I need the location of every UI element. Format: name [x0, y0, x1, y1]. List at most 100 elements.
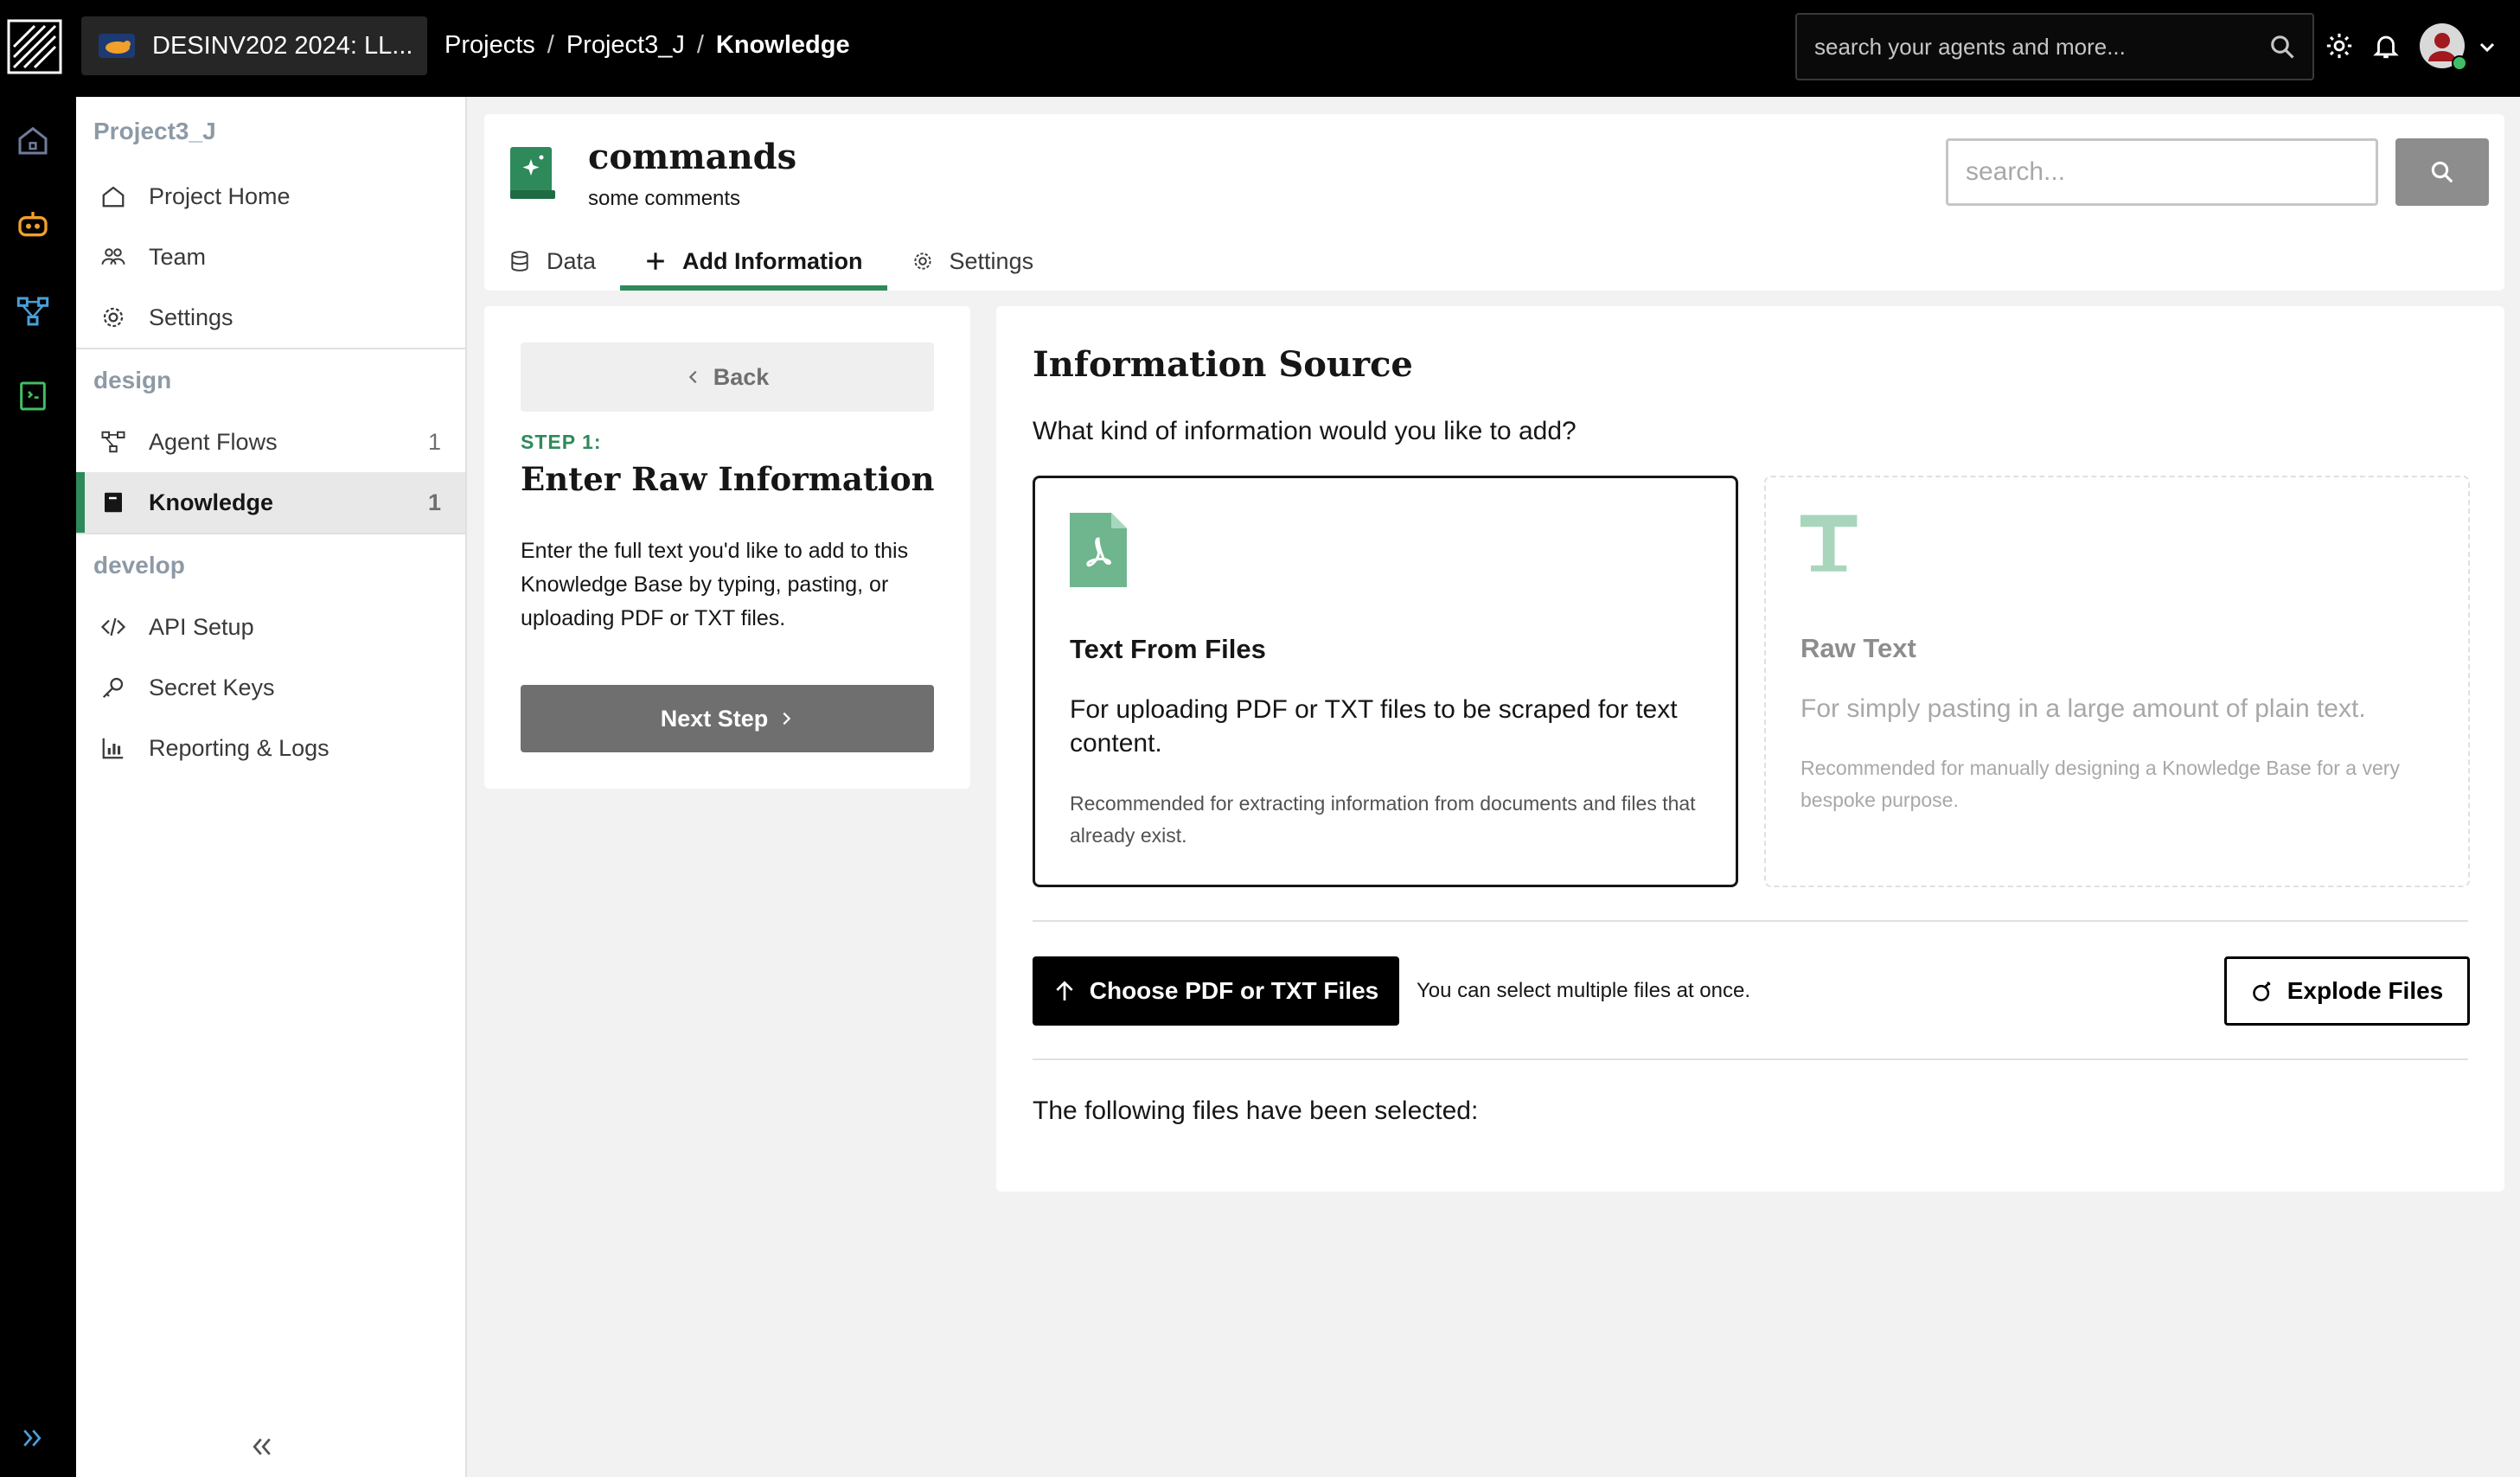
gear-icon[interactable] — [2325, 31, 2354, 61]
sidebar-item-knowledge[interactable]: Knowledge 1 — [76, 472, 465, 533]
information-source-panel: Information Source What kind of informat… — [996, 306, 2504, 1192]
book-icon — [105, 492, 122, 513]
page-title: commands — [588, 137, 797, 177]
top-bar: DESINV202 2024: LL... Projects / Project… — [0, 0, 2520, 97]
text-icon — [1800, 515, 1858, 572]
next-step-button[interactable]: Next Step — [521, 685, 934, 752]
home-icon — [102, 186, 125, 208]
user-menu[interactable] — [2418, 22, 2496, 72]
option-text-from-files[interactable]: Text From Files For uploading PDF or TXT… — [1033, 476, 1738, 887]
tab-bar: Data Add Information Settings — [484, 232, 1058, 291]
app-logo[interactable] — [7, 19, 62, 74]
chart-icon — [102, 738, 124, 759]
robot-icon[interactable] — [16, 208, 50, 242]
sidebar-item-secret-keys[interactable]: Secret Keys — [76, 657, 465, 718]
option-description: For uploading PDF or TXT files to be scr… — [1070, 695, 1678, 758]
breadcrumb-projects[interactable]: Projects — [445, 31, 535, 60]
sidebar-item-label: Project Home — [149, 182, 291, 209]
flow-icon[interactable] — [16, 294, 50, 329]
project-name: Project3_J — [93, 118, 216, 144]
knowledge-base-icon — [510, 147, 555, 199]
breadcrumb: Projects / Project3_J / Knowledge — [445, 31, 850, 60]
section-design: design — [93, 367, 172, 393]
tab-label: Add Information — [682, 247, 863, 274]
project-sidebar: Project3_J Project Home Team Settings de… — [76, 97, 467, 1477]
knowledge-header: commands some comments Data Add Informat… — [484, 114, 2504, 291]
count-badge: 1 — [427, 428, 441, 455]
knowledge-icon[interactable] — [16, 379, 50, 413]
explode-files-label: Explode Files — [2287, 977, 2444, 1004]
selected-files-label: The following files have been selected: — [1033, 1097, 1479, 1125]
chevron-left-icon — [688, 370, 697, 384]
sidebar-item-api-setup[interactable]: API Setup — [76, 597, 465, 657]
chevron-right-icon — [783, 712, 791, 726]
search-icon — [2431, 161, 2453, 183]
breadcrumb-project[interactable]: Project3_J — [566, 31, 685, 60]
step-title: Enter Raw Information — [521, 460, 935, 498]
icon-rail — [0, 97, 76, 1477]
sidebar-item-label: Knowledge — [149, 489, 274, 515]
expand-icon[interactable] — [19, 1425, 45, 1451]
section-develop: develop — [93, 552, 185, 579]
chevron-down-icon — [2479, 42, 2495, 53]
tab-data[interactable]: Data — [484, 232, 620, 291]
bear-icon — [99, 34, 135, 58]
multi-select-hint: You can select multiple files at once. — [1417, 979, 1751, 1002]
sidebar-item-label: Reporting & Logs — [149, 734, 329, 761]
tab-label: Data — [547, 247, 597, 274]
back-label: Back — [713, 363, 770, 390]
sidebar-item-label: Settings — [149, 304, 233, 330]
sidebar-item-agent-flows[interactable]: Agent Flows 1 — [76, 412, 465, 472]
page-subtitle: some comments — [588, 187, 741, 210]
sidebar-item-team[interactable]: Team — [76, 227, 465, 287]
back-button[interactable]: Back — [521, 342, 934, 412]
choose-files-button[interactable]: Choose PDF or TXT Files — [1033, 956, 1399, 1026]
sidebar-item-label: Team — [149, 243, 207, 270]
plus-icon — [647, 253, 664, 270]
count-badge: 1 — [427, 489, 441, 515]
home-icon[interactable] — [16, 123, 50, 157]
collapse-sidebar-icon[interactable] — [249, 1434, 275, 1460]
search-icon[interactable] — [2269, 34, 2295, 60]
bell-icon[interactable] — [2371, 31, 2401, 61]
breadcrumb-current: Knowledge — [715, 31, 850, 59]
option-title: Text From Files — [1070, 634, 1266, 664]
option-title: Raw Text — [1800, 633, 1916, 663]
database-icon — [511, 251, 528, 272]
team-icon — [101, 248, 125, 265]
option-description: For simply pasting in a large amount of … — [1800, 694, 2366, 723]
bomb-icon — [2252, 981, 2270, 1001]
choose-files-label: Choose PDF or TXT Files — [1089, 977, 1379, 1004]
sidebar-item-settings[interactable]: Settings — [76, 287, 465, 348]
knowledge-search-input[interactable] — [1946, 138, 2378, 206]
sidebar-item-label: API Setup — [149, 613, 254, 640]
breadcrumb-separator: / — [547, 31, 554, 59]
gear-icon — [913, 253, 931, 270]
search-button[interactable] — [2395, 138, 2489, 206]
divider — [1033, 920, 2468, 922]
step-panel: Back STEP 1: Enter Raw Information Enter… — [484, 306, 970, 789]
option-note: Recommended for extracting information f… — [1070, 792, 1696, 847]
option-note: Recommended for manually designing a Kno… — [1800, 757, 2400, 811]
org-name: DESINV202 2024: LL... — [152, 31, 413, 60]
option-raw-text[interactable]: Raw Text For simply pasting in a large a… — [1764, 476, 2470, 887]
org-switcher[interactable]: DESINV202 2024: LL... — [81, 16, 427, 75]
global-search-input[interactable] — [1814, 33, 2269, 61]
section-question: What kind of information would you like … — [1033, 417, 1577, 445]
tab-settings[interactable]: Settings — [887, 232, 1059, 291]
divider — [1033, 1058, 2468, 1060]
breadcrumb-separator: / — [696, 31, 704, 59]
sidebar-item-project-home[interactable]: Project Home — [76, 166, 465, 227]
avatar — [2420, 23, 2467, 71]
tab-label: Settings — [949, 247, 1034, 274]
explode-files-button[interactable]: Explode Files — [2224, 956, 2470, 1026]
upload-arrow-icon — [1056, 981, 1073, 1001]
section-title: Information Source — [1033, 344, 1413, 385]
next-step-label: Next Step — [660, 705, 769, 732]
sidebar-item-label: Secret Keys — [149, 674, 275, 700]
key-icon — [102, 677, 124, 699]
pdf-file-icon — [1070, 513, 1127, 587]
step-description: Enter the full text you'd like to add to… — [521, 539, 909, 630]
tab-add-information[interactable]: Add Information — [620, 232, 888, 291]
sidebar-item-reporting-logs[interactable]: Reporting & Logs — [76, 718, 465, 778]
